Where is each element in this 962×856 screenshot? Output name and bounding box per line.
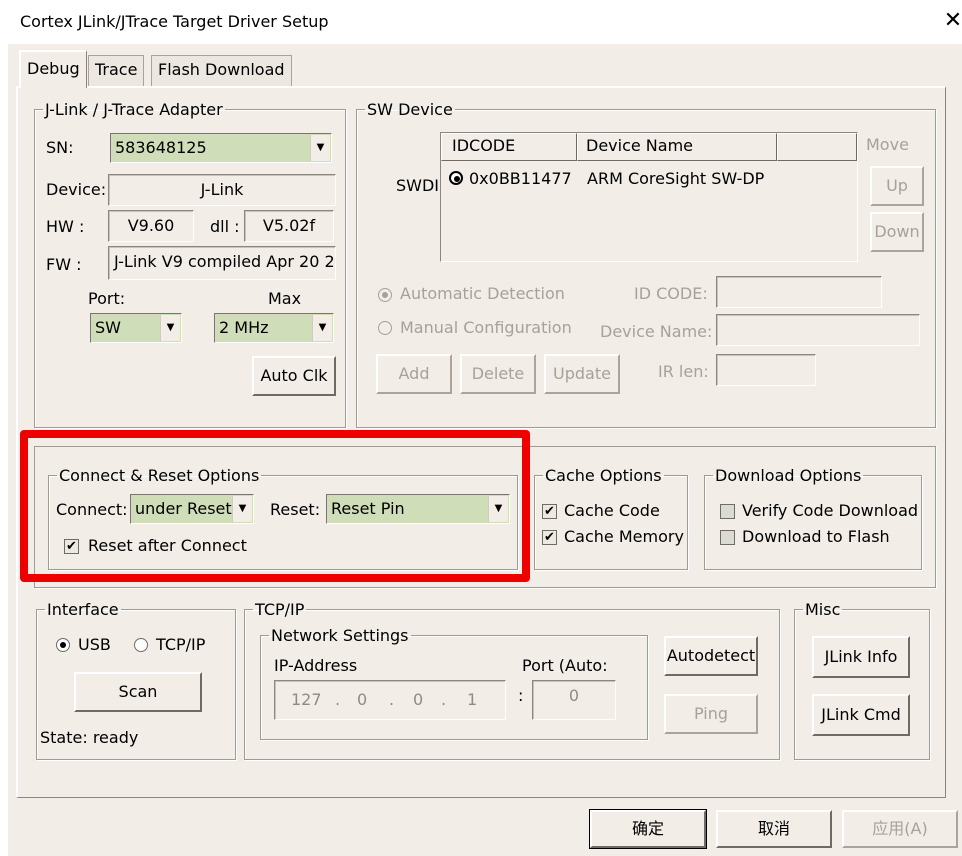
device-name-label: Device Name:: [600, 322, 713, 341]
verify-code-download-label: Verify Code Download: [742, 501, 919, 520]
ip-dot-3: .: [441, 690, 447, 709]
cache-options-legend: Cache Options: [545, 466, 662, 485]
scan-button[interactable]: Scan: [74, 672, 202, 712]
table-row[interactable]: 0x0BB11477 ARM CoreSight SW-DP: [447, 169, 847, 191]
row-idcode: 0x0BB11477: [469, 169, 572, 188]
jlink-cmd-button[interactable]: JLink Cmd: [812, 694, 910, 736]
ip-octet-3: 0: [413, 690, 424, 709]
autodetect-button[interactable]: Autodetect: [664, 636, 758, 676]
misc-legend: Misc: [805, 600, 841, 619]
download-options-legend: Download Options: [715, 466, 862, 485]
tab-trace[interactable]: Trace: [88, 55, 145, 87]
window-title: Cortex JLink/JTrace Target Driver Setup: [20, 12, 329, 31]
manual-config-label: Manual Configuration: [400, 318, 572, 337]
radio-selected-icon: [449, 171, 463, 185]
column-header-device-name[interactable]: Device Name: [577, 133, 777, 161]
fw-field: J-Link V9 compiled Apr 20 2: [108, 246, 336, 280]
column-header-idcode[interactable]: IDCODE: [441, 133, 577, 161]
ip-octet-4: 1: [467, 690, 478, 709]
port-input[interactable]: 0: [532, 680, 616, 720]
dll-label: dll :: [210, 217, 240, 236]
manual-config-radio[interactable]: [378, 321, 392, 335]
delete-button[interactable]: Delete: [460, 354, 536, 394]
dll-field: V5.02f: [244, 210, 334, 242]
ok-button[interactable]: 确定: [589, 809, 707, 849]
ir-len-input[interactable]: [716, 354, 816, 386]
sw-device-legend: SW Device: [367, 100, 453, 119]
tcpip-label: TCP/IP: [156, 635, 206, 654]
ip-address-label: IP-Address: [274, 656, 358, 675]
port-select[interactable]: SW ▼: [90, 313, 182, 343]
ping-button[interactable]: Ping: [664, 694, 758, 734]
chevron-down-icon: ▼: [310, 135, 330, 161]
interface-legend: Interface: [47, 600, 119, 619]
ip-octet-2: 0: [357, 690, 368, 709]
chevron-down-icon: ▼: [160, 315, 180, 341]
red-highlight-box: [20, 430, 530, 582]
port-value: SW: [95, 318, 121, 337]
port-auto-label: Port (Auto:: [522, 656, 608, 675]
ip-dot-1: .: [335, 690, 341, 709]
network-settings-legend: Network Settings: [271, 626, 409, 645]
close-icon[interactable]: ✕: [938, 6, 962, 36]
apply-button[interactable]: 应用(A): [842, 810, 958, 848]
cancel-button[interactable]: 取消: [716, 810, 832, 848]
check-icon: ✔: [544, 504, 555, 519]
download-to-flash-checkbox[interactable]: [720, 530, 735, 545]
ip-dot-2: .: [389, 690, 395, 709]
row-device-name: ARM CoreSight SW-DP: [587, 169, 765, 188]
tcpip-legend: TCP/IP: [255, 600, 305, 619]
port-label: Port:: [88, 289, 126, 308]
id-code-label: ID CODE:: [634, 284, 708, 303]
auto-detect-label: Automatic Detection: [400, 284, 565, 303]
title-bar: Cortex JLink/JTrace Target Driver Setup …: [8, 0, 962, 44]
update-button[interactable]: Update: [544, 354, 620, 394]
add-button[interactable]: Add: [376, 354, 452, 394]
ip-octet-1: 127: [291, 690, 322, 709]
usb-label: USB: [78, 635, 111, 654]
misc-group: Misc: [794, 600, 930, 760]
move-label: Move: [866, 135, 909, 154]
sn-select[interactable]: 583648125 ▼: [110, 133, 332, 163]
hw-field: V9.60: [108, 210, 194, 242]
fw-label: FW :: [46, 255, 82, 274]
device-label: Device:: [46, 180, 107, 199]
chevron-down-icon: ▼: [312, 315, 332, 341]
hw-label: HW :: [46, 217, 85, 236]
ip-address-input[interactable]: 127 . 0 . 0 . 1: [274, 680, 506, 720]
tcpip-radio[interactable]: [134, 638, 148, 652]
ir-len-label: IR len:: [658, 362, 709, 381]
sn-label: SN:: [46, 138, 74, 157]
port-separator: :: [518, 686, 524, 705]
tab-debug[interactable]: Debug: [19, 50, 87, 88]
jlink-info-button[interactable]: JLink Info: [812, 636, 910, 678]
id-code-input[interactable]: [716, 276, 882, 308]
sw-device-table[interactable]: IDCODE Device Name 0x0BB11477 ARM CoreSi…: [440, 132, 858, 262]
max-clock-value: 2 MHz: [219, 318, 269, 337]
device-field: J-Link: [108, 174, 336, 206]
verify-code-download-checkbox[interactable]: [720, 504, 735, 519]
adapter-legend: J-Link / J-Trace Adapter: [45, 100, 223, 119]
down-button[interactable]: Down: [870, 212, 924, 252]
swdi-label: SWDI: [396, 176, 440, 195]
cache-memory-label: Cache Memory: [564, 527, 684, 546]
usb-radio[interactable]: [56, 638, 70, 652]
state-text: State: ready: [40, 728, 139, 747]
device-name-input[interactable]: [716, 314, 920, 346]
check-icon: ✔: [544, 530, 555, 545]
auto-detect-radio[interactable]: [378, 288, 392, 302]
cache-code-checkbox[interactable]: ✔: [542, 504, 557, 519]
max-label: Max: [268, 289, 302, 308]
download-to-flash-label: Download to Flash: [742, 527, 890, 546]
cache-code-label: Cache Code: [564, 501, 660, 520]
tab-flash-download[interactable]: Flash Download: [151, 55, 292, 87]
cache-memory-checkbox[interactable]: ✔: [542, 530, 557, 545]
up-button[interactable]: Up: [870, 166, 924, 206]
auto-clk-button[interactable]: Auto Clk: [252, 356, 336, 396]
sn-value: 583648125: [115, 138, 207, 157]
column-header-empty: [777, 133, 857, 161]
max-clock-select[interactable]: 2 MHz ▼: [214, 313, 334, 343]
